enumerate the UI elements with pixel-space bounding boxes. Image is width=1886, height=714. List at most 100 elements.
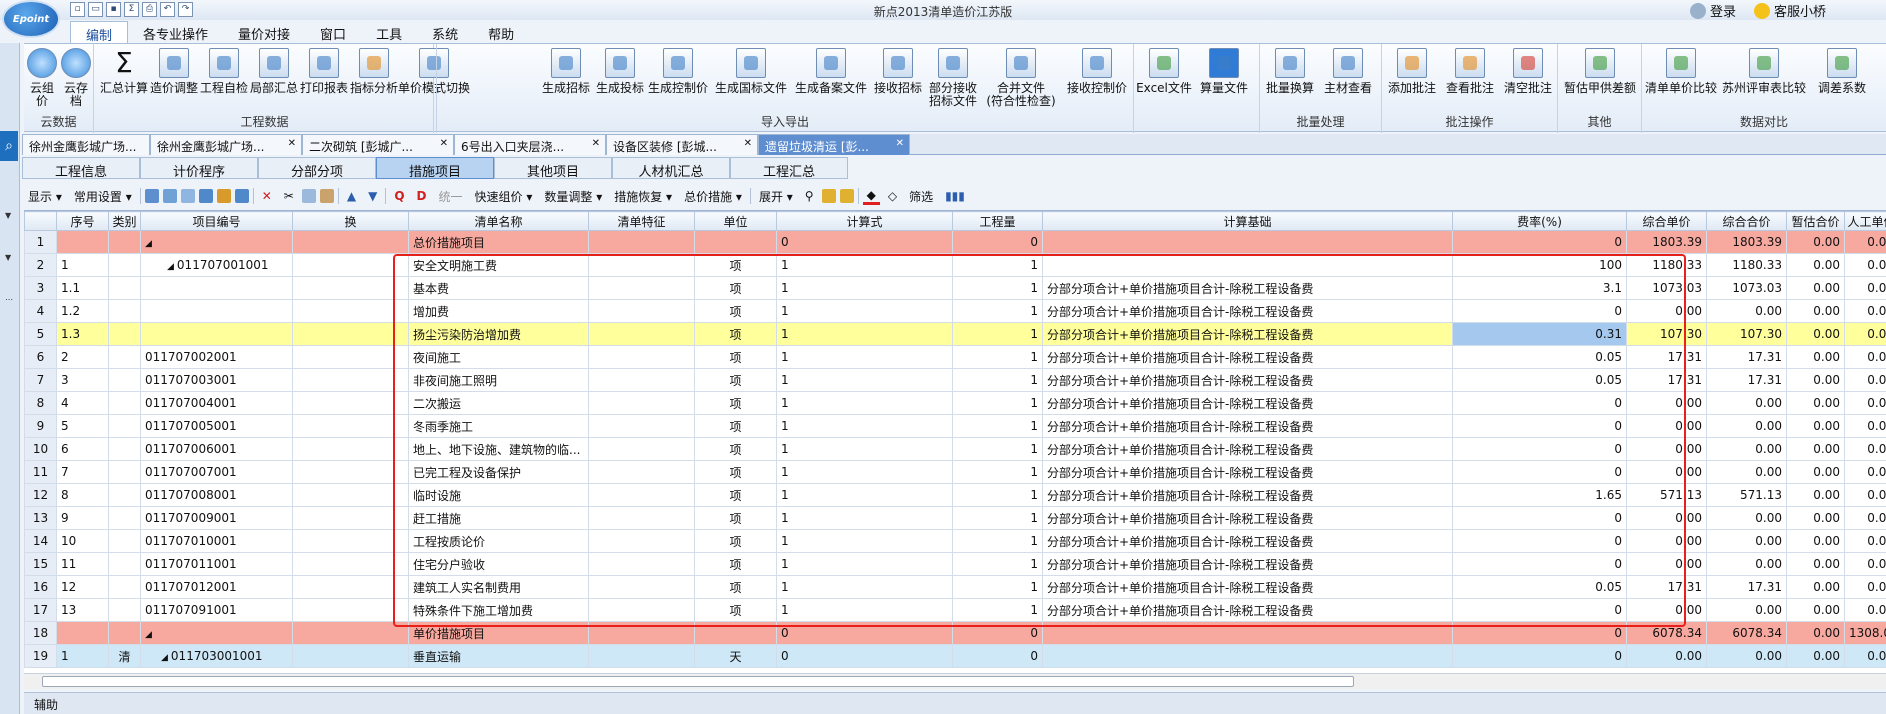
table-cell[interactable] xyxy=(292,460,409,484)
table-cell[interactable]: 1.1 xyxy=(56,276,109,300)
table-cell[interactable]: 0.00 xyxy=(1706,414,1787,438)
table-cell[interactable]: 项 xyxy=(694,368,777,392)
table-row[interactable]: 16 12 011707012001 建筑工人实名制费用 项 1 1 分部分项合计+单价措施项… xyxy=(24,575,1886,599)
table-cell[interactable]: 单价措施项目 xyxy=(408,621,589,645)
table-cell[interactable]: 0.00 xyxy=(1786,230,1845,254)
doc-tab-active[interactable]: 遗留垃圾清运 [彭... ✕ xyxy=(758,134,910,155)
table-cell[interactable]: 17.31 xyxy=(1626,575,1707,599)
suzhou-review-compare-button[interactable]: 苏州评审表比较 xyxy=(1720,48,1808,95)
table-cell[interactable]: 二次搬运 xyxy=(408,391,589,415)
table-cell[interactable]: 1 xyxy=(952,552,1043,576)
quantity-adjust-dropdown[interactable]: 数量调整 ▾ xyxy=(540,188,606,205)
table-cell[interactable] xyxy=(292,437,409,461)
table-cell[interactable]: 0.00 xyxy=(1626,506,1707,530)
view-annotation-button[interactable]: 查看批注 xyxy=(1442,48,1498,95)
table-cell[interactable] xyxy=(588,414,695,438)
table-cell[interactable]: 夜间施工 xyxy=(408,345,589,369)
table-cell[interactable]: 0.00 xyxy=(1844,345,1886,369)
table-cell[interactable] xyxy=(588,368,695,392)
table-cell[interactable] xyxy=(140,276,293,300)
insert-child-icon[interactable] xyxy=(162,189,177,203)
table-cell[interactable]: 1 xyxy=(952,299,1043,323)
tab-labor-material-summary[interactable]: 人材机汇总 xyxy=(612,157,730,180)
table-cell[interactable]: 0.00 xyxy=(1626,437,1707,461)
paste-icon[interactable] xyxy=(301,189,316,203)
cost-adjust-button[interactable]: 造价调整 xyxy=(150,48,198,95)
table-row[interactable]: 18 ◢ 单价措施项目 0 0 0 6078.34 6078.34 0.00 1308.00 xyxy=(24,621,1886,645)
table-cell[interactable]: 增加费 xyxy=(408,299,589,323)
table-cell[interactable]: 1 xyxy=(776,253,953,277)
table-cell[interactable]: 0.00 xyxy=(1844,575,1886,599)
table-cell[interactable]: 1 xyxy=(776,368,953,392)
tab-pricing-program[interactable]: 计价程序 xyxy=(140,157,258,180)
table-cell[interactable]: 011707005001 xyxy=(140,414,293,438)
table-row[interactable]: 19 1 清 ◢ 011703001001 垂直运输 天 0 0 0 0.00 0.00 0.00 0.0… xyxy=(24,644,1886,668)
gen-control-price-button[interactable]: 生成控制价 xyxy=(647,48,709,95)
table-cell[interactable]: 6 xyxy=(56,437,109,461)
table-cell[interactable]: 建筑工人实名制费用 xyxy=(408,575,589,599)
table-cell[interactable]: 项 xyxy=(694,506,777,530)
table-cell[interactable]: 17.31 xyxy=(1626,345,1707,369)
menu-compile[interactable]: 编制 xyxy=(70,21,129,44)
close-icon[interactable]: ✕ xyxy=(440,138,448,149)
row-number[interactable]: 15 xyxy=(24,552,57,576)
table-cell[interactable]: 0.00 xyxy=(1786,345,1845,369)
table-cell[interactable] xyxy=(292,253,409,277)
table-cell[interactable]: 分部分项合计+单价措施项目合计-除税工程设备费 xyxy=(1042,391,1453,415)
tab-sub-items[interactable]: 分部分项 xyxy=(258,157,376,180)
table-cell[interactable]: 1.3 xyxy=(56,322,109,346)
table-cell[interactable]: 011707002001 xyxy=(140,345,293,369)
filter-button[interactable]: 筛选 xyxy=(905,188,937,205)
table-cell[interactable] xyxy=(588,529,695,553)
row-number[interactable]: 1 xyxy=(24,230,57,254)
table-cell[interactable] xyxy=(140,322,293,346)
batch-convert-button[interactable]: 批量换算 xyxy=(1262,48,1318,95)
table-cell[interactable]: 7 xyxy=(56,460,109,484)
table-cell[interactable]: 011707011001 xyxy=(140,552,293,576)
table-cell[interactable]: 赶工措施 xyxy=(408,506,589,530)
table-cell[interactable]: 分部分项合计+单价措施项目合计-除税工程设备费 xyxy=(1042,506,1453,530)
column-header[interactable]: 综合单价 xyxy=(1626,211,1707,231)
table-cell[interactable]: 分部分项合计+单价措施项目合计-除税工程设备费 xyxy=(1042,575,1453,599)
cloud-archive-button[interactable]: 云存档 xyxy=(60,48,92,108)
table-cell[interactable]: 1 xyxy=(952,253,1043,277)
table-cell[interactable] xyxy=(588,575,695,599)
table-cell[interactable]: 1 xyxy=(952,575,1043,599)
table-cell[interactable]: 3 xyxy=(56,368,109,392)
table-cell[interactable]: 0.00 xyxy=(1844,460,1886,484)
gen-national-file-button[interactable]: 生成国标文件 xyxy=(713,48,789,95)
table-cell[interactable] xyxy=(108,529,141,553)
app-logo[interactable]: Epoint xyxy=(2,0,60,38)
table-cell[interactable] xyxy=(588,299,695,323)
table-cell[interactable]: 1 xyxy=(776,460,953,484)
table-cell[interactable] xyxy=(588,506,695,530)
table-cell[interactable] xyxy=(108,621,141,645)
row-number[interactable]: 17 xyxy=(24,598,57,622)
table-cell[interactable]: 0.05 xyxy=(1452,345,1627,369)
table-cell[interactable]: 地上、地下设施、建筑物的临... xyxy=(408,437,589,461)
column-header[interactable]: 人工单价 xyxy=(1844,211,1886,231)
table-cell[interactable]: 0.00 xyxy=(1626,299,1707,323)
table-cell[interactable]: 项 xyxy=(694,253,777,277)
table-cell[interactable]: 6078.34 xyxy=(1706,621,1787,645)
expand-triangle-icon[interactable]: ◢ xyxy=(167,262,174,272)
split-row-icon[interactable] xyxy=(234,189,249,203)
table-cell[interactable]: 0.00 xyxy=(1626,460,1707,484)
table-cell[interactable]: 项 xyxy=(694,598,777,622)
table-cell[interactable]: 0.00 xyxy=(1626,644,1707,668)
table-cell[interactable]: 1 xyxy=(776,506,953,530)
table-cell[interactable]: 0.00 xyxy=(1706,460,1787,484)
table-cell[interactable] xyxy=(1042,621,1453,645)
table-cell[interactable]: 项 xyxy=(694,437,777,461)
table-cell[interactable]: 1 xyxy=(776,575,953,599)
table-cell[interactable]: 1 xyxy=(56,253,109,277)
table-cell[interactable]: 0.00 xyxy=(1706,506,1787,530)
table-cell[interactable]: 0.00 xyxy=(1786,437,1845,461)
table-cell[interactable]: 项 xyxy=(694,460,777,484)
expand-triangle-icon[interactable]: ◢ xyxy=(161,653,168,663)
table-cell[interactable]: 0 xyxy=(1452,552,1627,576)
table-cell[interactable]: 1 xyxy=(776,598,953,622)
row-number[interactable]: 3 xyxy=(24,276,57,300)
table-cell[interactable] xyxy=(108,322,141,346)
table-cell[interactable]: 分部分项合计+单价措施项目合计-除税工程设备费 xyxy=(1042,437,1453,461)
